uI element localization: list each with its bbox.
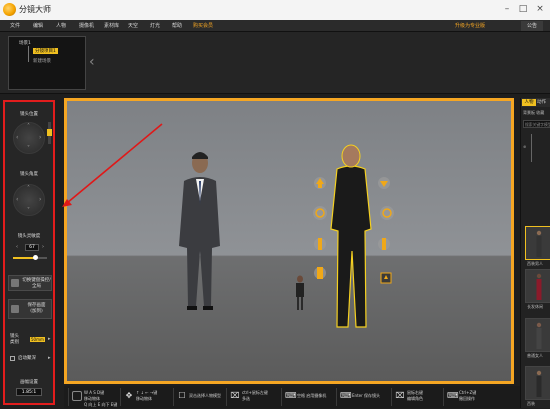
shortcut-wasd: W A S D键 移动物体 Q 向上 E 向下 E键 xyxy=(68,388,118,408)
person-figure-icon xyxy=(536,230,542,257)
tab-person[interactable]: 人物 xyxy=(522,99,536,106)
shortcut-arrows: ✥ ↑ ↓ ← →键 移动物体 xyxy=(120,388,172,406)
shortcut-wasd-text: W A S D键 移动物体 Q 向上 E 向下 E键 xyxy=(84,390,117,408)
mouse-icon: ⌧ xyxy=(230,391,240,400)
shortcut-rightclick: ⌧ 鼠标右键 编辑角色 xyxy=(391,388,441,406)
tree-expand-icon[interactable]: ⊕ xyxy=(523,144,526,149)
keyboard-icon: ⌨ xyxy=(447,391,459,400)
asset-category-tree[interactable]: ⊕ xyxy=(523,134,550,174)
asset-subtabs[interactable]: 背景板 收藏 xyxy=(523,110,544,116)
asset-label: 西装 xyxy=(527,401,535,406)
person-figure-icon xyxy=(536,273,542,300)
shortcut-enter: ⌨ Enter 保存镜头 xyxy=(336,388,390,406)
asset-tabs: 人物 动作 xyxy=(521,98,550,107)
shortcut-arrows-line2: 移动物体 xyxy=(136,396,152,401)
asset-thumbnail[interactable] xyxy=(525,318,550,352)
asset-label: 长发休闲 xyxy=(527,304,543,309)
asset-label: 普通女人 xyxy=(527,353,543,358)
shortcut-undo-text: Ctrl+Z键 撤回操作 xyxy=(459,390,476,402)
asset-thumbnail-selected[interactable] xyxy=(525,226,550,260)
shortcut-doubleclick: ☐ 双击选择人物模型 xyxy=(173,388,225,406)
move-arrows-icon: ✥ xyxy=(125,391,133,400)
shortcut-undo: ⌨ Ctrl+Z键 撤回操作 xyxy=(443,388,497,406)
shortcut-space: ⌨ 空格 启用摄像机 xyxy=(281,388,335,406)
shortcut-enter-text: Enter 保存镜头 xyxy=(352,393,381,398)
person-figure-icon xyxy=(536,322,542,349)
asset-panel: 人物 动作 背景板 收藏 搜索关键字模型 ⊕ 西装男人 长发休闲 普通女人 西装 xyxy=(520,98,550,408)
shortcut-doubleclick-text: 双击选择人物模型 xyxy=(189,393,221,398)
shortcut-undo-line2: 撤回操作 xyxy=(459,396,475,401)
keyboard-icon: ⌨ xyxy=(285,391,297,400)
shortcut-rightclick-line2: 编辑角色 xyxy=(407,396,423,401)
shortcut-multiselect-text: ctrl+鼠标左键 多选 xyxy=(242,390,268,402)
shortcut-wasd-line3: Q 向上 E 向下 E键 xyxy=(84,402,118,407)
asset-label: 西装男人 xyxy=(527,261,543,266)
tree-line xyxy=(531,134,532,162)
shortcut-multiselect-line2: 多选 xyxy=(242,396,250,401)
asset-thumbnail[interactable] xyxy=(525,269,550,303)
wasd-key-icon xyxy=(72,391,82,401)
shortcut-arrows-text: ↑ ↓ ← →键 移动物体 xyxy=(136,390,157,402)
click-icon: ☐ xyxy=(178,391,186,400)
shortcut-multiselect: ⌧ ctrl+鼠标左键 多选 xyxy=(226,388,278,406)
keyboard-icon: ⌨ xyxy=(340,391,352,400)
shortcut-toolbar: W A S D键 移动物体 Q 向上 E 向下 E键 ✥ ↑ ↓ ← →键 移动… xyxy=(64,386,520,408)
mouse-icon: ⌧ xyxy=(395,391,405,400)
shortcut-space-text: 空格 启用摄像机 xyxy=(297,393,327,398)
asset-thumbnail[interactable] xyxy=(525,366,550,400)
tab-action[interactable]: 动作 xyxy=(537,99,546,105)
annotation-arrow xyxy=(62,123,163,207)
shortcut-rightclick-text: 鼠标右键 编辑角色 xyxy=(407,390,423,402)
person-figure-icon xyxy=(536,370,542,397)
asset-search-input[interactable]: 搜索关键字模型 xyxy=(523,120,550,128)
